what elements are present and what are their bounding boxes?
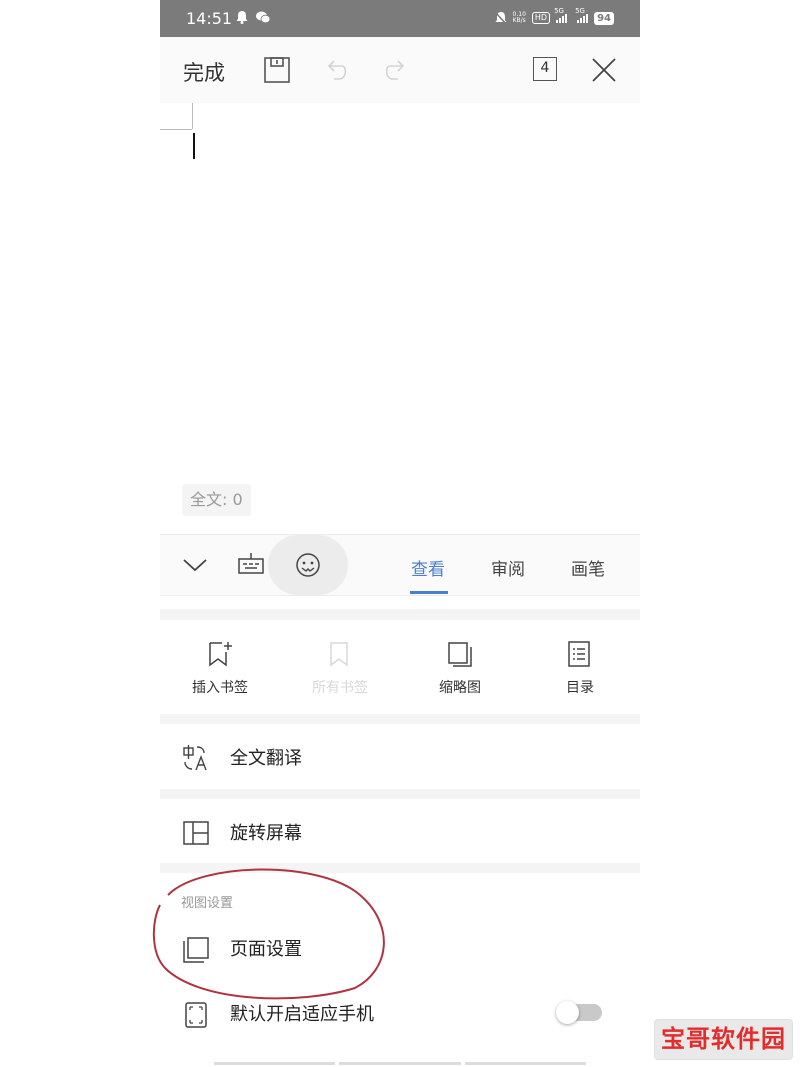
emoji-button[interactable] bbox=[268, 535, 348, 595]
tab-bar: 查看 审阅 画笔 bbox=[160, 534, 640, 596]
bell-icon bbox=[236, 11, 248, 24]
all-bookmarks-button[interactable]: 所有书签 bbox=[280, 620, 400, 714]
save-icon[interactable] bbox=[262, 55, 292, 85]
site-watermark: 宝哥软件园 bbox=[654, 1019, 793, 1060]
rotate-screen-label: 旋转屏幕 bbox=[230, 823, 302, 844]
fit-phone-toggle[interactable] bbox=[554, 1001, 608, 1025]
close-icon[interactable] bbox=[589, 55, 619, 85]
document-editor[interactable]: 全文: 0 bbox=[160, 103, 640, 533]
keyboard-icon[interactable] bbox=[237, 550, 265, 578]
phone-screen: 14:51 0.10 KB/s HD 5G 5G 94 完成 4 全文: 0 查… bbox=[160, 0, 640, 1067]
page-count: 4 bbox=[540, 60, 550, 76]
tab-review[interactable]: 审阅 bbox=[491, 555, 525, 580]
toggle-knob bbox=[556, 1001, 579, 1024]
bookmark-add-icon bbox=[209, 642, 232, 667]
thumbnail-icon bbox=[448, 642, 472, 667]
thumbnail-button[interactable]: 缩略图 bbox=[400, 620, 520, 714]
list-icon bbox=[568, 641, 590, 667]
rotate-screen-icon bbox=[183, 821, 209, 845]
view-settings-title: 视图设置 bbox=[181, 896, 234, 911]
section-divider bbox=[160, 609, 640, 620]
view-tools-grid: 插入书签 所有书签 缩略图 目录 bbox=[160, 620, 640, 714]
hd-badge: HD bbox=[531, 12, 551, 24]
page-count-button[interactable]: 4 bbox=[533, 57, 557, 81]
page-setup-item[interactable]: 页面设置 bbox=[160, 915, 640, 981]
page-setup-label: 页面设置 bbox=[230, 939, 302, 960]
translate-icon bbox=[183, 745, 207, 771]
word-count: 全文: 0 bbox=[182, 484, 251, 516]
active-tab-indicator bbox=[410, 591, 448, 594]
full-text-translate-item[interactable]: 全文翻译 bbox=[160, 724, 640, 790]
page-setup-icon bbox=[183, 937, 209, 963]
section-divider bbox=[160, 789, 640, 799]
section-divider bbox=[160, 863, 640, 873]
full-text-translate-label: 全文翻译 bbox=[230, 748, 302, 769]
tab-view[interactable]: 查看 bbox=[411, 555, 445, 580]
chevron-down-icon[interactable] bbox=[182, 555, 208, 575]
section-divider bbox=[160, 714, 640, 724]
rotate-screen-item[interactable]: 旋转屏幕 bbox=[160, 799, 640, 865]
network-speed: 0.10 KB/s bbox=[512, 11, 526, 24]
signal-icon-2: 5G bbox=[575, 7, 589, 23]
status-bar: 14:51 0.10 KB/s HD 5G 5G 94 bbox=[160, 0, 640, 37]
battery-indicator: 94 bbox=[594, 11, 614, 25]
fit-phone-label: 默认开启适应手机 bbox=[230, 1004, 374, 1025]
redo-icon[interactable] bbox=[380, 55, 410, 85]
page-margin-corner-h bbox=[160, 129, 192, 130]
emoji-face-icon bbox=[296, 553, 320, 577]
status-indicators: 0.10 KB/s HD 5G 5G 94 bbox=[494, 7, 614, 27]
text-caret bbox=[193, 133, 195, 159]
tab-pen[interactable]: 画笔 bbox=[571, 555, 605, 580]
bookmark-icon bbox=[330, 642, 348, 667]
done-button[interactable]: 完成 bbox=[183, 57, 225, 87]
status-time: 14:51 bbox=[186, 9, 233, 28]
top-toolbar: 完成 4 bbox=[160, 37, 640, 104]
signal-icon: 5G bbox=[554, 7, 568, 23]
undo-icon[interactable] bbox=[322, 55, 352, 85]
mute-bell-icon bbox=[494, 11, 507, 25]
page-margin-corner bbox=[192, 103, 193, 129]
table-of-contents-button[interactable]: 目录 bbox=[520, 620, 640, 714]
bottom-divider bbox=[214, 1062, 586, 1065]
wechat-icon bbox=[256, 11, 270, 24]
insert-bookmark-button[interactable]: 插入书签 bbox=[160, 620, 280, 714]
phone-fit-icon bbox=[185, 1002, 207, 1028]
